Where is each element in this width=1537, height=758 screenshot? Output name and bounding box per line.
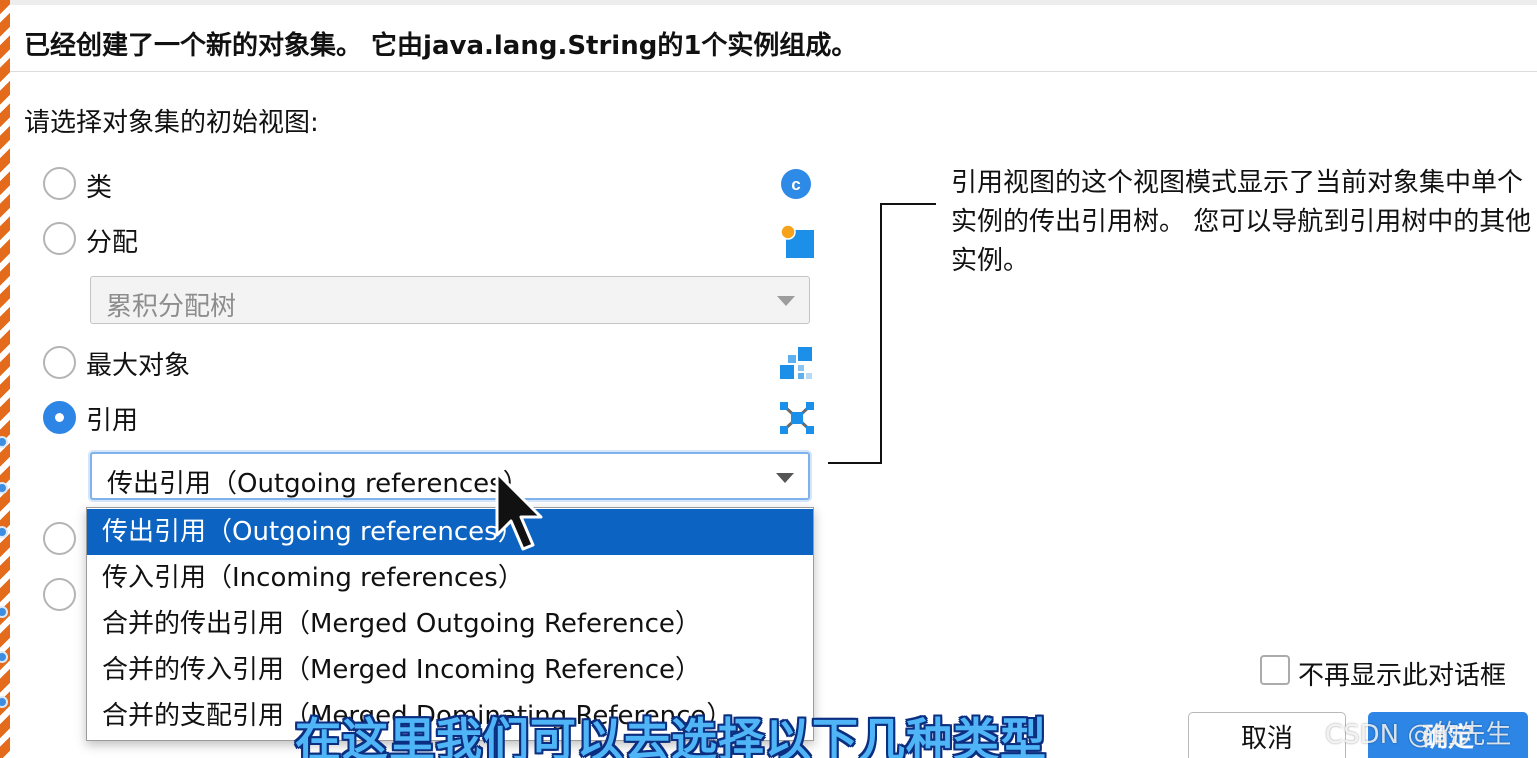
edge-bubble-icon [0,651,8,663]
option-label-biggest-objects: 最大对象 [86,351,191,381]
cancel-button[interactable]: 取消 [1188,712,1346,758]
radio-allocation[interactable] [43,222,76,255]
dont-show-again-checkbox[interactable] [1260,655,1290,685]
chevron-down-icon [776,473,794,483]
option-label-class: 类 [86,173,113,203]
connector-line-vertical [880,203,882,464]
allocation-mode-combo[interactable]: 累积分配树 [90,276,810,324]
header-message: 已经创建了一个新的对象集。 它由java.lang.String的1个实例组成。 [24,31,858,61]
references-mode-combo[interactable]: 传出引用（Outgoing references） [90,452,810,500]
dropdown-item-outgoing[interactable]: 传出引用（Outgoing references） [87,509,813,555]
view-description: 引用视图的这个视图模式显示了当前对象集中单个实例的传出引用树。 您可以导航到引用… [951,168,1532,276]
object-set-dialog: 已经创建了一个新的对象集。 它由java.lang.String的1个实例组成。… [10,0,1537,758]
svg-text:c: c [791,175,800,194]
biggest-objects-icon [778,345,816,387]
dropdown-item-incoming[interactable]: 传入引用（Incoming references） [87,555,813,601]
mouse-cursor-icon [493,469,545,559]
radio-references[interactable] [43,401,76,434]
connector-line-top [880,203,936,205]
video-subtitle: 在这里我们可以去选择以下几种类型 [295,713,1047,758]
edge-bubble-icon [0,696,8,708]
radio-class[interactable] [43,167,76,200]
view-prompt: 请选择对象集的初始视图: [24,108,319,138]
window-edge-stripe [0,0,10,758]
csdn-watermark: CSDN @的先生 [1325,720,1512,750]
edge-bubble-icon [0,482,8,494]
dropdown-item-merged-outgoing[interactable]: 合并的传出引用（Merged Outgoing Reference） [87,601,813,647]
option-label-references: 引用 [86,406,139,436]
allocation-icon [778,222,818,264]
references-icon [778,400,816,440]
radio-hidden-option-2[interactable] [43,578,76,611]
allocation-mode-value: 累积分配树 [106,292,237,322]
chevron-down-icon [777,296,795,306]
radio-hidden-option-1[interactable] [43,522,76,555]
radio-biggest-objects[interactable] [43,346,76,379]
references-mode-value: 传出引用（Outgoing references） [107,469,529,499]
connector-line-horizontal [828,462,882,464]
edge-bubble-icon [0,526,8,538]
edge-bubble-icon [0,606,8,618]
dropdown-item-merged-incoming[interactable]: 合并的传入引用（Merged Incoming Reference） [87,647,813,693]
edge-bubble-icon [0,436,8,448]
dont-show-again-label: 不再显示此对话框 [1298,661,1507,691]
dialog-header: 已经创建了一个新的对象集。 它由java.lang.String的1个实例组成。 [10,5,1537,72]
class-icon: c [780,168,812,204]
option-label-allocation: 分配 [86,228,139,258]
